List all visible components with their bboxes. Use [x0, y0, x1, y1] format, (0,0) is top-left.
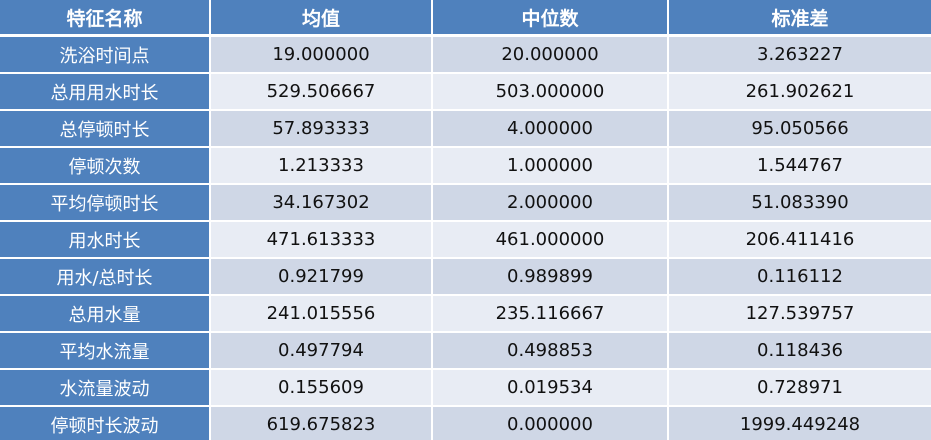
feature-name-cell: 总用用水时长 [0, 73, 211, 111]
feature-name-cell: 平均水流量 [0, 332, 211, 370]
feature-name-cell: 水流量波动 [0, 369, 211, 407]
statistics-table: 特征名称 均值 中位数 标准差 洗浴时间点 19.000000 20.00000… [0, 0, 931, 440]
std-cell: 127.539757 [668, 295, 931, 333]
std-cell: 95.050566 [668, 110, 931, 148]
median-cell: 20.000000 [432, 35, 669, 74]
std-cell: 1.544767 [668, 147, 931, 185]
table-row: 停顿次数 1.213333 1.000000 1.544767 [0, 147, 931, 185]
feature-name-cell: 停顿时长波动 [0, 406, 211, 440]
median-cell: 503.000000 [432, 73, 669, 111]
std-cell: 261.902621 [668, 73, 931, 111]
median-cell: 0.989899 [432, 258, 669, 296]
mean-cell: 19.000000 [210, 35, 433, 74]
std-cell: 3.263227 [668, 35, 931, 74]
mean-cell: 1.213333 [210, 147, 433, 185]
std-cell: 0.728971 [668, 369, 931, 407]
mean-cell: 529.506667 [210, 73, 433, 111]
table-row: 总停顿时长 57.893333 4.000000 95.050566 [0, 110, 931, 148]
median-cell: 0.019534 [432, 369, 669, 407]
median-cell: 0.498853 [432, 332, 669, 370]
std-cell: 206.411416 [668, 221, 931, 259]
median-cell: 235.116667 [432, 295, 669, 333]
table-row: 停顿时长波动 619.675823 0.000000 1999.449248 [0, 406, 931, 440]
feature-name-cell: 平均停顿时长 [0, 184, 211, 222]
feature-name-cell: 停顿次数 [0, 147, 211, 185]
std-cell: 1999.449248 [668, 406, 931, 440]
mean-cell: 34.167302 [210, 184, 433, 222]
table-row: 平均水流量 0.497794 0.498853 0.118436 [0, 332, 931, 370]
header-row: 特征名称 均值 中位数 标准差 [0, 0, 931, 37]
feature-name-cell: 总用水量 [0, 295, 211, 333]
median-cell: 2.000000 [432, 184, 669, 222]
feature-name-cell: 用水时长 [0, 221, 211, 259]
header-mean: 均值 [210, 0, 433, 37]
table-row: 用水/总时长 0.921799 0.989899 0.116112 [0, 258, 931, 296]
table-header: 特征名称 均值 中位数 标准差 [0, 0, 931, 37]
table-row: 平均停顿时长 34.167302 2.000000 51.083390 [0, 184, 931, 222]
table-row: 洗浴时间点 19.000000 20.000000 3.263227 [0, 35, 931, 74]
std-cell: 51.083390 [668, 184, 931, 222]
feature-name-cell: 用水/总时长 [0, 258, 211, 296]
median-cell: 0.000000 [432, 406, 669, 440]
mean-cell: 0.921799 [210, 258, 433, 296]
std-cell: 0.116112 [668, 258, 931, 296]
feature-name-cell: 洗浴时间点 [0, 35, 211, 74]
table-row: 总用用水时长 529.506667 503.000000 261.902621 [0, 73, 931, 111]
mean-cell: 241.015556 [210, 295, 433, 333]
mean-cell: 0.497794 [210, 332, 433, 370]
mean-cell: 619.675823 [210, 406, 433, 440]
median-cell: 461.000000 [432, 221, 669, 259]
mean-cell: 471.613333 [210, 221, 433, 259]
median-cell: 1.000000 [432, 147, 669, 185]
std-cell: 0.118436 [668, 332, 931, 370]
table-row: 用水时长 471.613333 461.000000 206.411416 [0, 221, 931, 259]
table-row: 水流量波动 0.155609 0.019534 0.728971 [0, 369, 931, 407]
mean-cell: 57.893333 [210, 110, 433, 148]
header-std: 标准差 [668, 0, 931, 37]
header-median: 中位数 [432, 0, 669, 37]
header-feature-name: 特征名称 [0, 0, 211, 37]
median-cell: 4.000000 [432, 110, 669, 148]
mean-cell: 0.155609 [210, 369, 433, 407]
table-row: 总用水量 241.015556 235.116667 127.539757 [0, 295, 931, 333]
feature-name-cell: 总停顿时长 [0, 110, 211, 148]
table-body: 洗浴时间点 19.000000 20.000000 3.263227 总用用水时… [0, 35, 931, 440]
